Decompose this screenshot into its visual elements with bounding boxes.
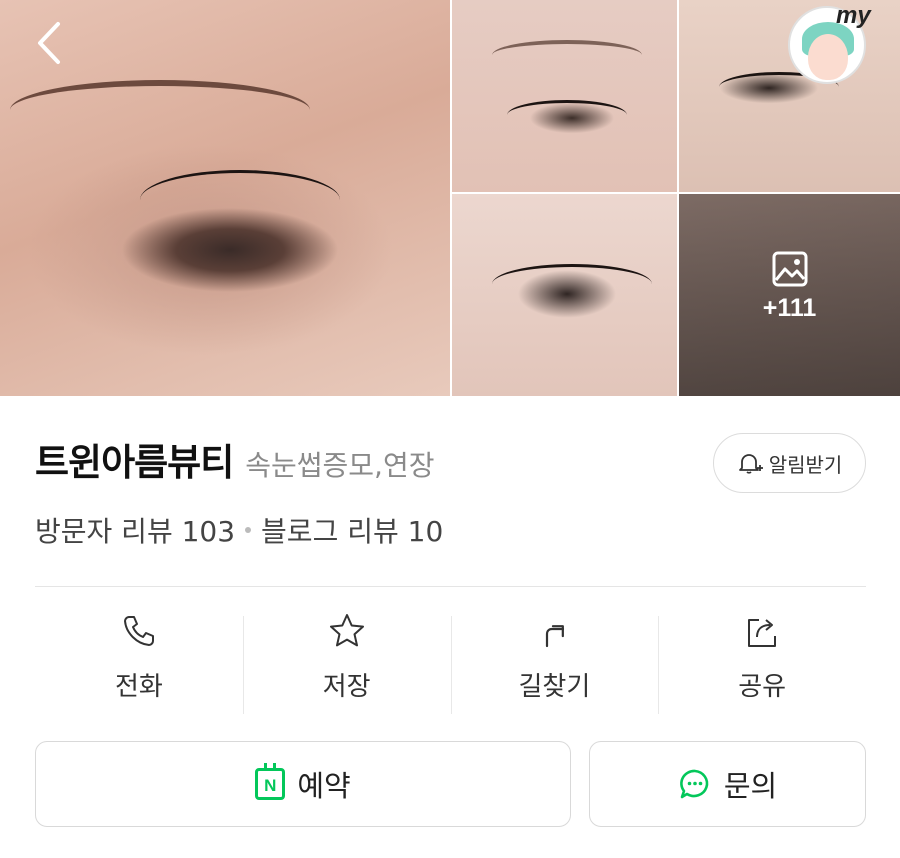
more-photos-count: +111 <box>762 294 817 322</box>
call-label: 전화 <box>114 672 163 702</box>
reserve-button[interactable]: N 예약 <box>35 741 571 827</box>
directions-label: 길찾기 <box>518 672 591 702</box>
call-button[interactable]: 전화 <box>35 612 243 716</box>
eyelash-shape <box>140 170 340 230</box>
share-icon <box>748 619 777 647</box>
eyebrow-shape <box>492 40 642 70</box>
save-label: 저장 <box>322 672 371 702</box>
section-divider <box>35 586 866 587</box>
phone-icon <box>123 616 154 646</box>
directions-button[interactable]: 길찾기 <box>450 612 659 716</box>
eyelash-shape <box>507 100 627 130</box>
back-button[interactable] <box>28 18 72 68</box>
action-bar: 전화 저장 길찾기 공유 <box>35 612 866 716</box>
place-title-row: 트윈아름뷰티 속눈썹증모,연장 <box>35 432 434 486</box>
save-button[interactable]: 저장 <box>242 612 451 716</box>
separator-dot <box>245 527 252 533</box>
naver-calendar-icon: N <box>255 763 286 800</box>
place-category: 속눈썹증모,연장 <box>245 449 435 482</box>
gallery-photo[interactable] <box>452 0 677 192</box>
blog-reviews-link[interactable]: 블로그 리뷰 10 <box>261 510 443 550</box>
eyebrow-shape <box>10 80 310 140</box>
review-summary: 방문자 리뷰 103 블로그 리뷰 10 <box>35 510 443 550</box>
share-button[interactable]: 공유 <box>658 612 866 716</box>
inquiry-label: 문의 <box>723 769 778 803</box>
gallery-photo[interactable] <box>452 194 677 396</box>
star-icon <box>329 614 364 647</box>
chat-bubble-icon <box>678 767 712 801</box>
visitor-reviews-link[interactable]: 방문자 리뷰 103 <box>35 510 235 550</box>
image-icon <box>772 251 807 287</box>
photo-gallery[interactable] <box>0 0 900 396</box>
alarm-button-label: 알림받기 <box>768 452 843 477</box>
bell-plus-icon <box>738 454 763 474</box>
cta-row: N 예약 문의 <box>35 741 866 827</box>
chevron-left-icon <box>38 22 60 64</box>
place-name: 트윈아름뷰티 <box>35 441 234 484</box>
alarm-button[interactable]: 알림받기 <box>713 433 866 493</box>
reserve-label: 예약 <box>297 769 351 803</box>
eyelash-shape <box>492 264 652 304</box>
avatar-face <box>808 34 848 80</box>
my-label: my <box>836 2 871 29</box>
inquiry-button[interactable]: 문의 <box>589 741 866 827</box>
more-photos-overlay[interactable]: +111 <box>679 250 900 323</box>
share-label: 공유 <box>738 672 787 702</box>
directions-arrow-icon <box>546 625 565 648</box>
